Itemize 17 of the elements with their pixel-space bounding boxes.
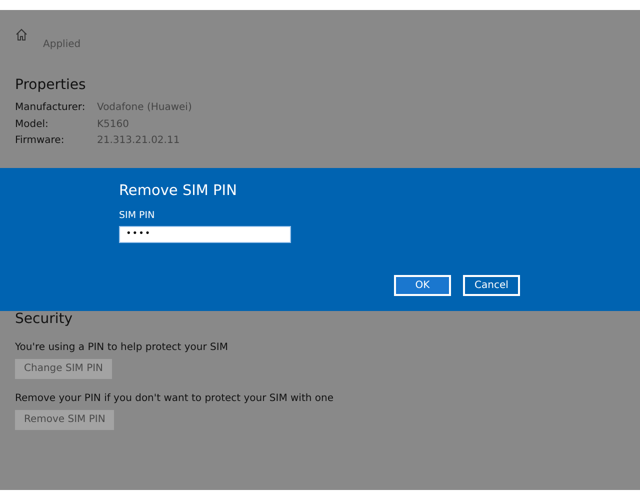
property-value: K5160 — [97, 118, 130, 132]
section-heading: Security — [15, 310, 72, 328]
ok-button[interactable]: OK — [394, 275, 451, 296]
cancel-button[interactable]: Cancel — [463, 275, 520, 296]
field-label: SIM PIN — [119, 210, 156, 222]
property-value: Vodafone (Huawei) — [97, 101, 192, 115]
property-value: 21.313.21.02.11 — [97, 134, 180, 148]
dialog-title: Remove SIM PIN — [119, 182, 238, 200]
property-label: Manufacturer: — [15, 101, 86, 115]
pin-field[interactable]: •••• — [119, 226, 291, 243]
property-label: Firmware: — [15, 134, 66, 148]
home-icon[interactable] — [15, 28, 28, 41]
description-text: Remove your PIN if you don't want to protect your SIM with one — [15, 392, 334, 406]
section-heading: Properties — [15, 76, 86, 94]
status-text: Applied — [43, 39, 81, 51]
description-text: You're using a PIN to help protect your SIM — [15, 340, 228, 354]
property-label: Model: — [15, 118, 50, 132]
